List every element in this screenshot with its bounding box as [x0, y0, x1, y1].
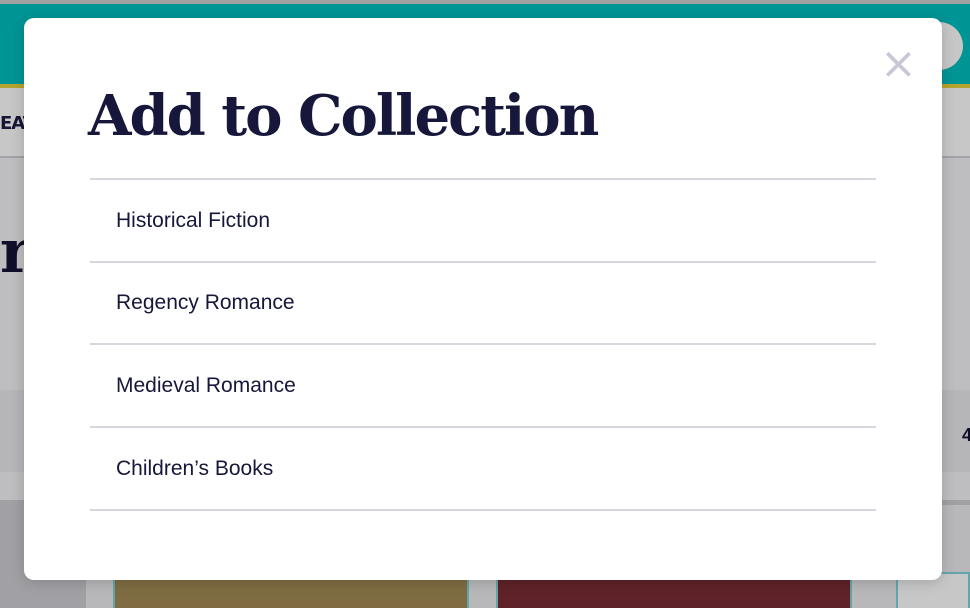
collection-list: Historical Fiction Regency Romance Medie… — [90, 178, 876, 511]
collection-item-label: Historical Fiction — [116, 208, 271, 232]
collection-item-medieval-romance[interactable]: Medieval Romance — [90, 345, 876, 428]
collection-item-regency-romance[interactable]: Regency Romance — [90, 263, 876, 345]
collection-item-childrens-books[interactable]: Children’s Books — [90, 428, 876, 511]
modal-title: Add to Collection — [88, 83, 599, 149]
collection-item-historical-fiction[interactable]: Historical Fiction — [90, 180, 876, 263]
close-icon[interactable]: × — [880, 42, 917, 86]
add-to-collection-modal: × Add to Collection Historical Fiction R… — [24, 18, 942, 580]
collection-item-label: Regency Romance — [116, 291, 295, 314]
collection-item-label: Children’s Books — [116, 456, 274, 480]
collection-item-label: Medieval Romance — [116, 373, 296, 397]
